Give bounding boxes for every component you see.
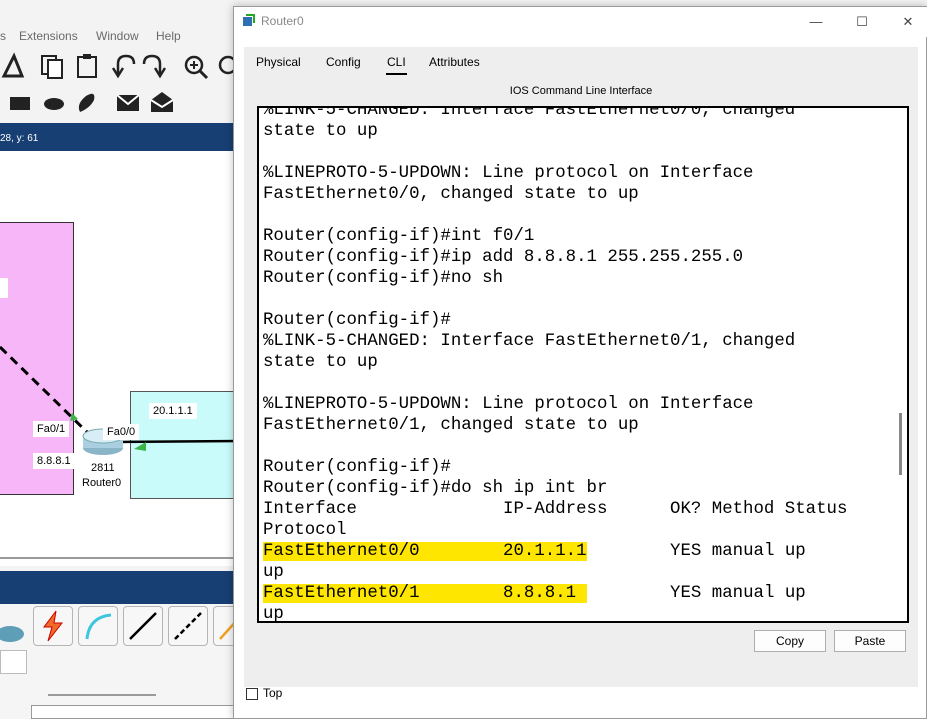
ellipse-icon[interactable] <box>44 98 64 110</box>
terminal-line: Router(config-if)#do sh ip int br <box>263 479 608 498</box>
fa00-label: Fa0/0 <box>103 424 140 440</box>
window-title: Router0 <box>261 14 304 28</box>
main-toolbar <box>0 48 240 86</box>
cli-terminal[interactable]: %LINK-5-CHANGED: Interface FastEthernet0… <box>257 106 909 623</box>
undo-icon[interactable] <box>111 54 136 79</box>
status-box <box>31 705 240 719</box>
horizontal-scrollbar[interactable] <box>0 557 240 559</box>
cyan-ip-label: 20.1.1.1 <box>149 403 197 419</box>
terminal-line: state to up <box>263 353 378 372</box>
zoom-in-icon[interactable] <box>184 55 209 80</box>
interface-protocol: up <box>263 563 284 582</box>
device-type-input[interactable] <box>0 650 27 674</box>
interface-status: YES manual up <box>586 584 806 603</box>
drawing-toolbar <box>0 86 240 122</box>
interface-row: FastEthernet0/1 8.8.8.1 YES manual up <box>263 583 903 604</box>
menu-item-window[interactable]: Window <box>96 29 139 43</box>
drawing-icons <box>10 92 174 112</box>
coordinate-readout: 28, y: 61 <box>0 133 39 144</box>
crossover-cable-button[interactable] <box>168 606 208 646</box>
coordinate-bar: 28, y: 61 <box>0 123 240 151</box>
highlighted-interface: FastEthernet0/1 8.8.8.1 <box>263 584 587 603</box>
terminal-line: %LINK-5-CHANGED: Interface FastEthernet0… <box>263 332 796 351</box>
router-window: Router0 — ☐ ✕ Physical Config CLI Attrib… <box>233 6 927 719</box>
packet-tracer-app-icon <box>243 14 255 26</box>
tab-config[interactable]: Config <box>326 51 361 75</box>
tab-cli[interactable]: CLI <box>386 51 407 75</box>
freeform-icon[interactable] <box>78 93 95 112</box>
topology-links <box>0 345 240 455</box>
toolbar-icons <box>1 52 238 80</box>
tab-attributes[interactable]: Attributes <box>429 51 480 75</box>
router-model-label: 2811 <box>91 462 115 474</box>
cli-header: IOS Command Line Interface <box>509 85 653 97</box>
terminal-line: FastEthernet0/0, changed state to up <box>263 185 639 204</box>
copy-icon[interactable] <box>41 55 63 79</box>
mail-icon[interactable] <box>116 94 140 111</box>
panel-scrollbar[interactable] <box>48 694 156 696</box>
rectangle-icon[interactable] <box>10 97 30 110</box>
terminal-line: Router(config-if)# <box>263 311 451 330</box>
inspect-icon[interactable] <box>1 52 25 78</box>
menu-bar: s Extensions Window Help <box>0 26 240 48</box>
solid-link[interactable] <box>111 439 240 444</box>
terminal-line: %LINK-5-CHANGED: Interface FastEthernet0… <box>263 106 796 120</box>
minimize-button[interactable]: — <box>796 11 836 33</box>
redo-icon[interactable] <box>142 54 167 79</box>
minimize-icon: — <box>809 14 823 29</box>
terminal-line: %LINEPROTO-5-UPDOWN: Line protocol on In… <box>263 164 754 183</box>
interface-status: YES manual up <box>586 542 806 561</box>
interface-protocol: up <box>263 605 284 623</box>
terminal-line: Router(config-if)#ip add 8.8.8.1 255.255… <box>263 248 744 267</box>
top-checkbox-label: Top <box>263 686 283 700</box>
close-icon: ✕ <box>902 14 914 29</box>
tab-container: Physical Config CLI Attributes IOS Comma… <box>244 47 918 687</box>
ip-8881-label: 8.8.8.1 <box>33 453 75 469</box>
console-cable-button[interactable] <box>78 606 118 646</box>
terminal-line: Router(config-if)#int f0/1 <box>263 227 535 246</box>
paste-button[interactable]: Paste <box>834 630 906 652</box>
menu-item-partial[interactable]: s <box>0 29 6 43</box>
copy-button[interactable]: Copy <box>754 630 826 652</box>
connections-button[interactable] <box>33 606 73 646</box>
maximize-icon: ☐ <box>856 14 868 29</box>
terminal-output: %LINK-5-CHANGED: Interface FastEthernet0… <box>263 106 903 623</box>
link-status-dot <box>134 442 146 451</box>
terminal-line: state to up <box>263 122 378 141</box>
fa01-label: Fa0/1 <box>33 421 70 437</box>
maximize-button[interactable]: ☐ <box>842 11 882 33</box>
terminal-line: Interface IP-Address OK? Method Status <box>263 500 848 519</box>
cloud-icon[interactable] <box>0 618 28 646</box>
terminal-line: Router(config-if)#no sh <box>263 269 504 288</box>
straight-cable-button[interactable] <box>123 606 163 646</box>
router-name-label: Router0 <box>82 477 122 489</box>
tab-physical[interactable]: Physical <box>256 51 301 75</box>
top-checkbox[interactable] <box>246 688 258 700</box>
close-button[interactable]: ✕ <box>888 11 927 33</box>
menu-item-extensions[interactable]: Extensions <box>19 29 78 43</box>
interface-row: FastEthernet0/0 20.1.1.1 YES manual up <box>263 541 903 562</box>
mail-open-icon[interactable] <box>150 92 174 112</box>
window-titlebar[interactable]: Router0 — ☐ ✕ <box>234 7 927 37</box>
highlighted-interface: FastEthernet0/0 20.1.1.1 <box>263 542 587 561</box>
link-status-dot <box>70 413 78 421</box>
terminal-line: %LINEPROTO-5-UPDOWN: Line protocol on In… <box>263 395 754 414</box>
menu-item-help[interactable]: Help <box>156 29 181 43</box>
terminal-scrollbar[interactable] <box>899 413 902 475</box>
terminal-line: FastEthernet0/1, changed state to up <box>263 416 639 435</box>
terminal-line: Router(config-if)# <box>263 458 451 477</box>
realtime-bar <box>0 571 240 604</box>
paste-icon[interactable] <box>77 54 97 78</box>
terminal-line: Protocol <box>263 521 347 540</box>
